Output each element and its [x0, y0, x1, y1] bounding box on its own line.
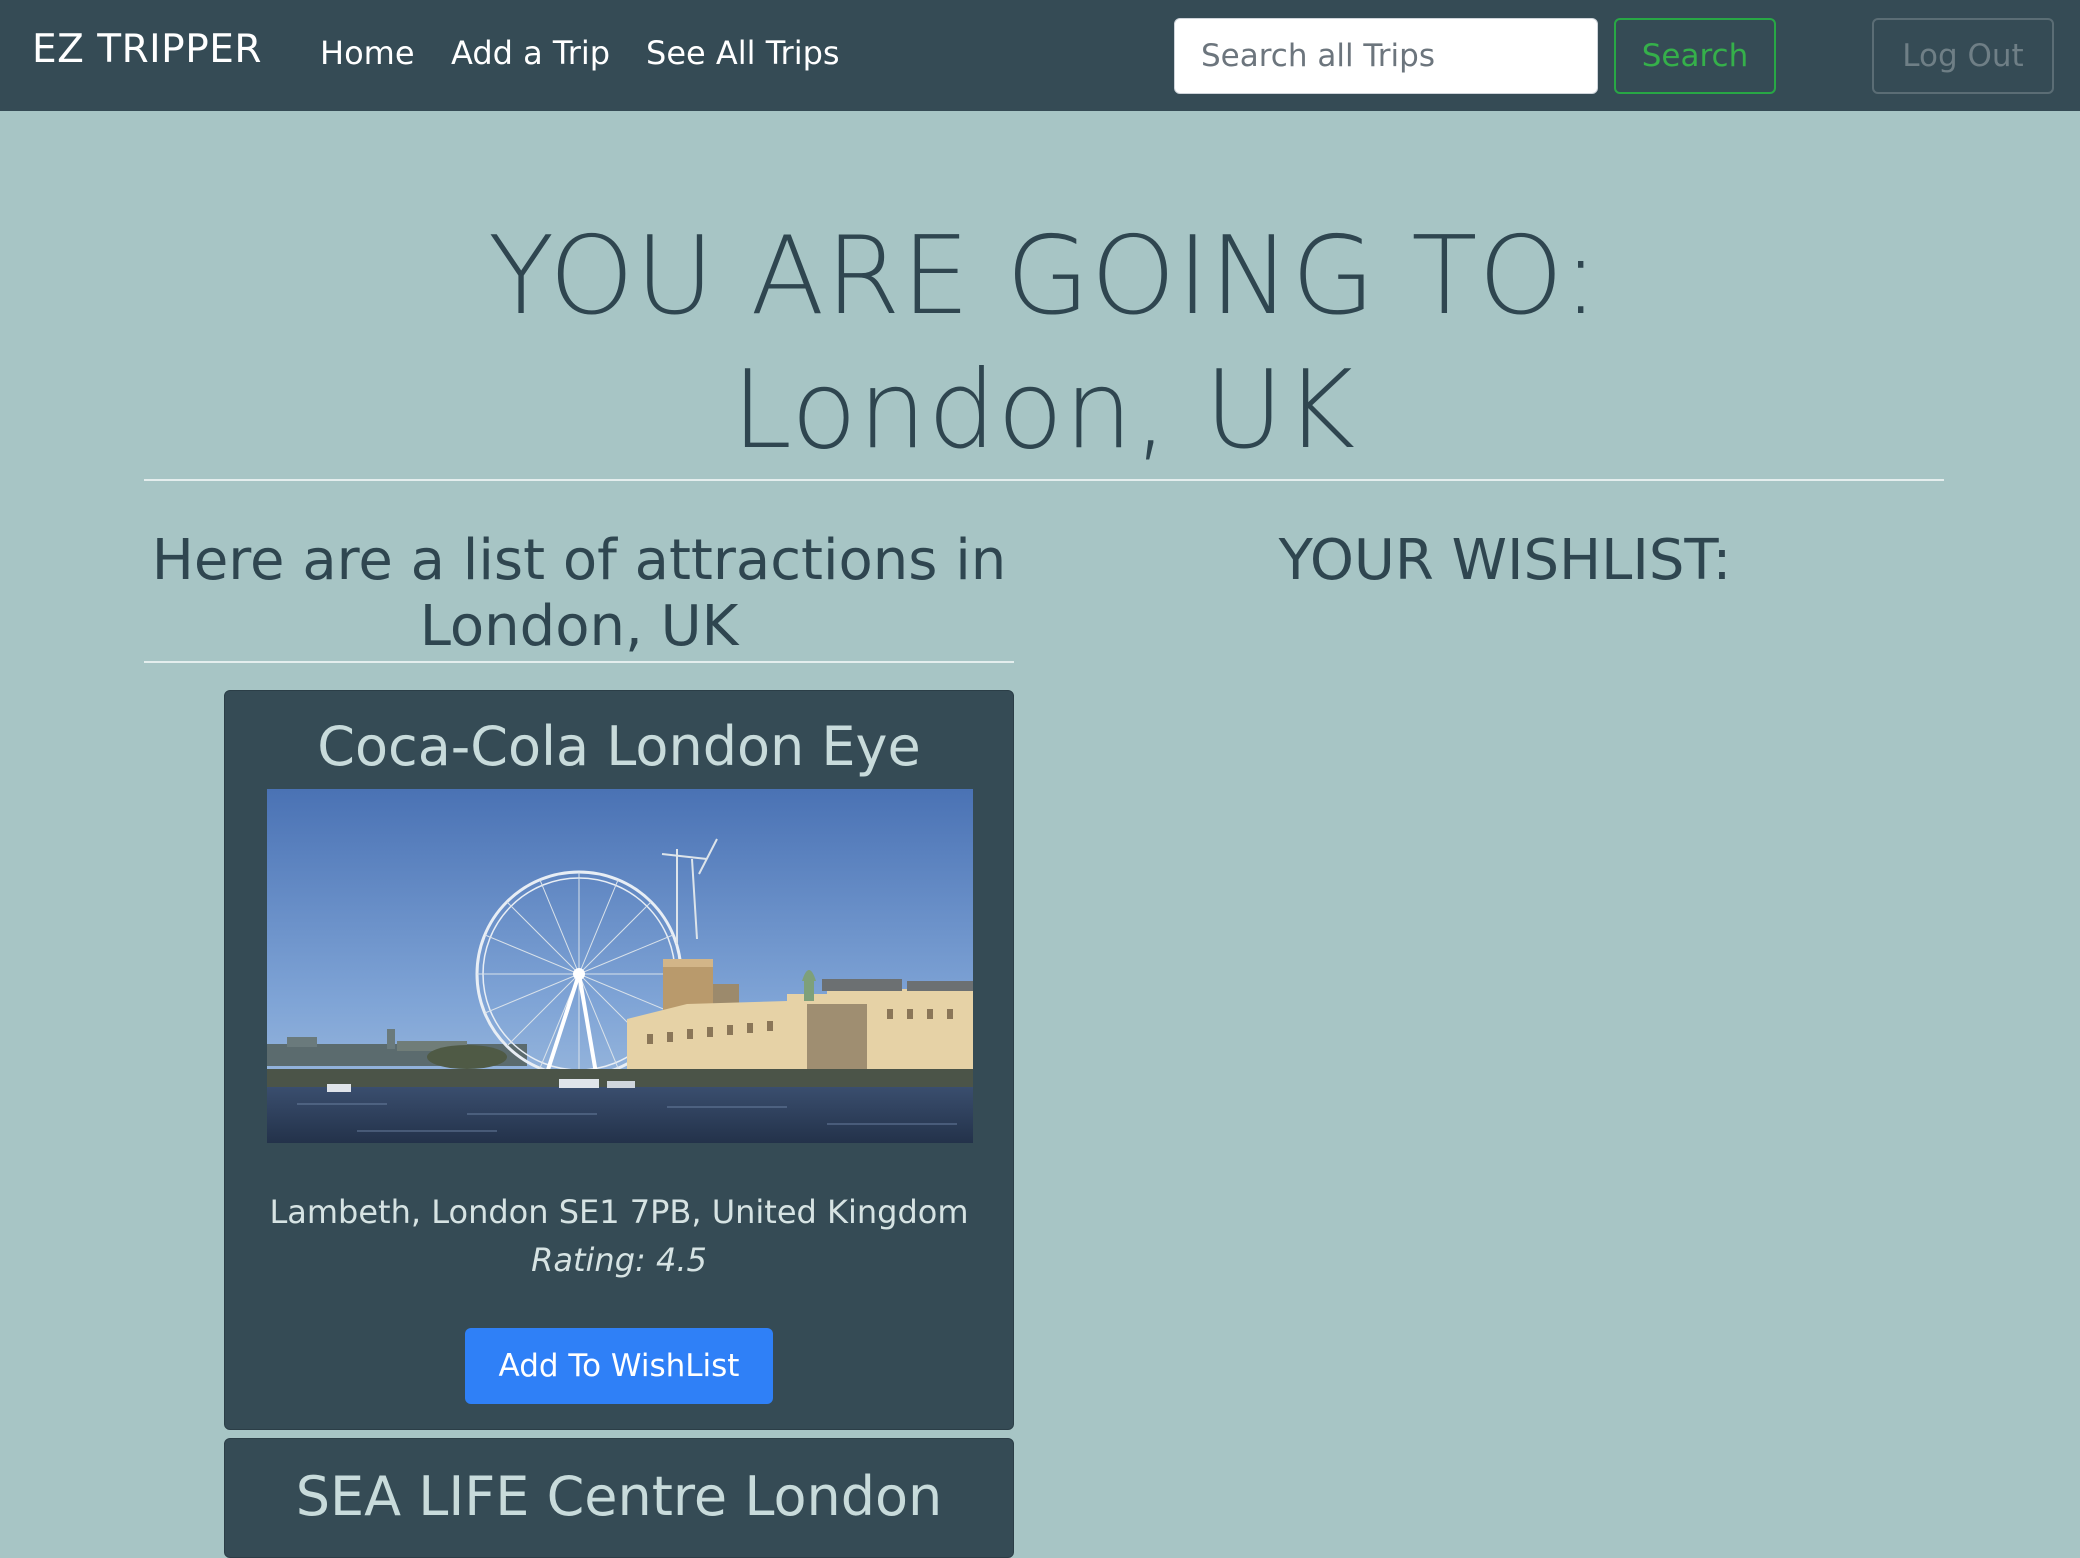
attraction-name: Coca-Cola London Eye — [317, 715, 921, 778]
navbar: EZ TRIPPER Home Add a Trip See All Trips… — [0, 0, 2080, 111]
search-input[interactable] — [1174, 18, 1598, 94]
attraction-rating: Rating: 4.5 — [531, 1241, 707, 1279]
brand-logo[interactable]: EZ TRIPPER — [32, 27, 262, 72]
search-button[interactable]: Search — [1614, 18, 1776, 94]
attraction-address: Lambeth, London SE1 7PB, United Kingdom — [269, 1193, 969, 1231]
attraction-card: Coca-Cola London Eye Lambeth, London SE1… — [224, 690, 1014, 1430]
page-title: YOU ARE GOING TO: London, UK — [144, 210, 1944, 478]
logout-button[interactable]: Log Out — [1872, 18, 2054, 94]
destination-name: London, UK — [731, 348, 1357, 473]
page-title-line1: YOU ARE GOING TO: — [488, 214, 1600, 339]
hero-divider — [144, 479, 1944, 481]
add-to-wishlist-button[interactable]: Add To WishList — [465, 1328, 773, 1404]
attraction-photo — [267, 789, 973, 1143]
attractions-heading: Here are a list of attractions in London… — [151, 528, 1007, 659]
wishlist-heading: YOUR WISHLIST: — [1278, 528, 1732, 593]
attraction-name: SEA LIFE Centre London — [295, 1465, 943, 1528]
attraction-card: SEA LIFE Centre London — [224, 1438, 1014, 1558]
nav-link-home[interactable]: Home — [320, 34, 415, 72]
nav-link-see-all-trips[interactable]: See All Trips — [646, 34, 840, 72]
nav-link-add-trip[interactable]: Add a Trip — [451, 34, 610, 72]
attractions-divider — [144, 661, 1014, 663]
